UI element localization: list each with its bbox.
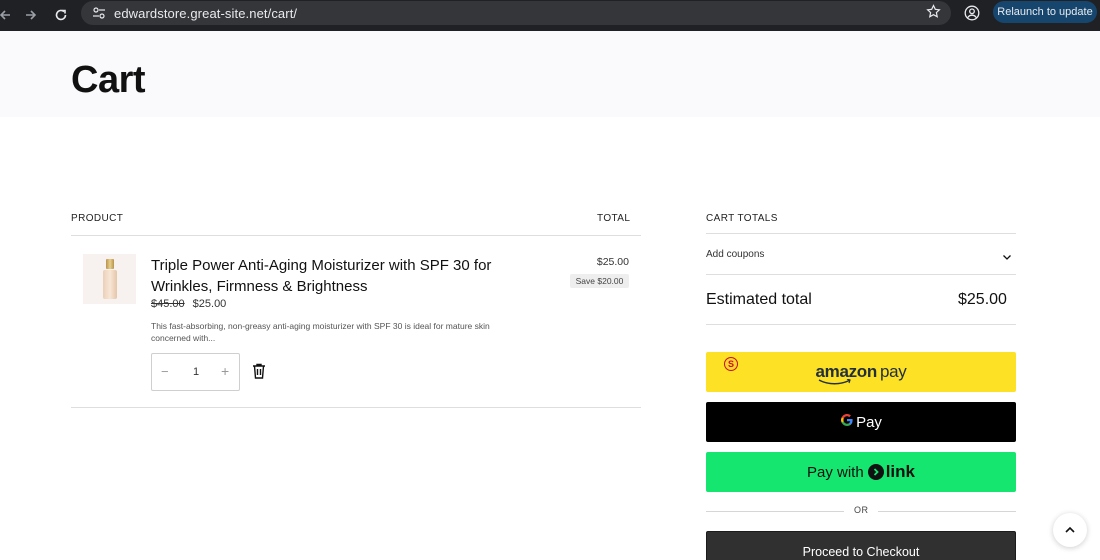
link-arrow-icon	[867, 464, 884, 480]
page-title: Cart	[71, 59, 146, 101]
amazon-pay-button[interactable]: S amazon pay	[706, 352, 1016, 392]
column-header-total: TOTAL	[597, 213, 631, 224]
quantity-increase-button[interactable]: +	[221, 363, 229, 379]
pay-with-link-button[interactable]: Pay with link	[706, 452, 1016, 492]
estimated-total-label: Estimated total	[706, 291, 812, 308]
scroll-to-top-button[interactable]	[1053, 513, 1087, 547]
google-pay-label: Pay	[856, 413, 882, 431]
line-total: $25.00	[596, 256, 629, 268]
browser-toolbar: edwardstore.great-site.net/cart/ Relaunc…	[0, 0, 1100, 31]
column-header-product: PRODUCT	[71, 213, 124, 224]
add-coupons-label: Add coupons	[706, 249, 765, 260]
coupon-divider	[706, 274, 1016, 275]
quantity-decrease-button[interactable]: −	[161, 364, 169, 379]
table-bottom-divider	[71, 407, 641, 408]
pay-with-label: Pay with	[807, 463, 864, 481]
chevron-down-icon	[1002, 249, 1012, 260]
regular-price: $45.00	[151, 298, 185, 310]
reload-icon[interactable]	[50, 4, 72, 26]
proceed-to-checkout-button[interactable]: Proceed to Checkout	[706, 531, 1016, 560]
chevron-up-icon	[1065, 526, 1075, 533]
table-header-divider	[71, 235, 641, 236]
profile-icon[interactable]	[962, 3, 982, 23]
product-name-link[interactable]: Triple Power Anti-Aging Moisturizer with…	[151, 255, 541, 297]
amazon-pay-word: pay	[879, 362, 907, 381]
link-wordmark: link	[885, 462, 915, 481]
save-badge: Save $20.00	[570, 274, 629, 288]
quantity-input[interactable]: 1	[193, 366, 199, 378]
product-description: This fast-absorbing, non-greasy anti-agi…	[151, 321, 490, 343]
page-header: Cart	[0, 31, 1100, 117]
estimated-total-divider	[706, 324, 1016, 325]
back-arrow-icon[interactable]	[0, 4, 16, 26]
or-separator: OR	[706, 505, 1016, 517]
or-text: OR	[854, 505, 869, 515]
estimated-total-value: $25.00	[958, 291, 1007, 308]
relaunch-button[interactable]: Relaunch to update	[993, 1, 1097, 23]
google-g-icon	[840, 413, 854, 431]
amazon-pay-badge-icon: S	[724, 357, 738, 371]
forward-arrow-icon[interactable]	[20, 4, 42, 26]
amazon-smile-icon	[819, 379, 852, 385]
remove-item-trash-icon[interactable]	[251, 362, 267, 380]
product-price: $45.00 $25.00	[151, 298, 226, 310]
amazon-pay-logo: amazon pay	[815, 362, 907, 385]
bookmark-star-icon[interactable]	[926, 4, 941, 23]
product-thumbnail[interactable]	[83, 254, 136, 304]
add-coupons-toggle[interactable]: Add coupons	[706, 234, 1016, 274]
quantity-stepper: − 1 +	[151, 353, 240, 391]
google-pay-button[interactable]: Pay	[706, 402, 1016, 442]
link-logo: link	[867, 462, 915, 482]
cart-totals-heading: CART TOTALS	[706, 213, 778, 224]
product-bottle-image	[102, 259, 118, 299]
site-settings-icon[interactable]	[89, 7, 109, 19]
url-text[interactable]: edwardstore.great-site.net/cart/	[114, 6, 297, 21]
address-bar[interactable]: edwardstore.great-site.net/cart/	[81, 1, 951, 25]
sale-price: $25.00	[192, 298, 227, 310]
